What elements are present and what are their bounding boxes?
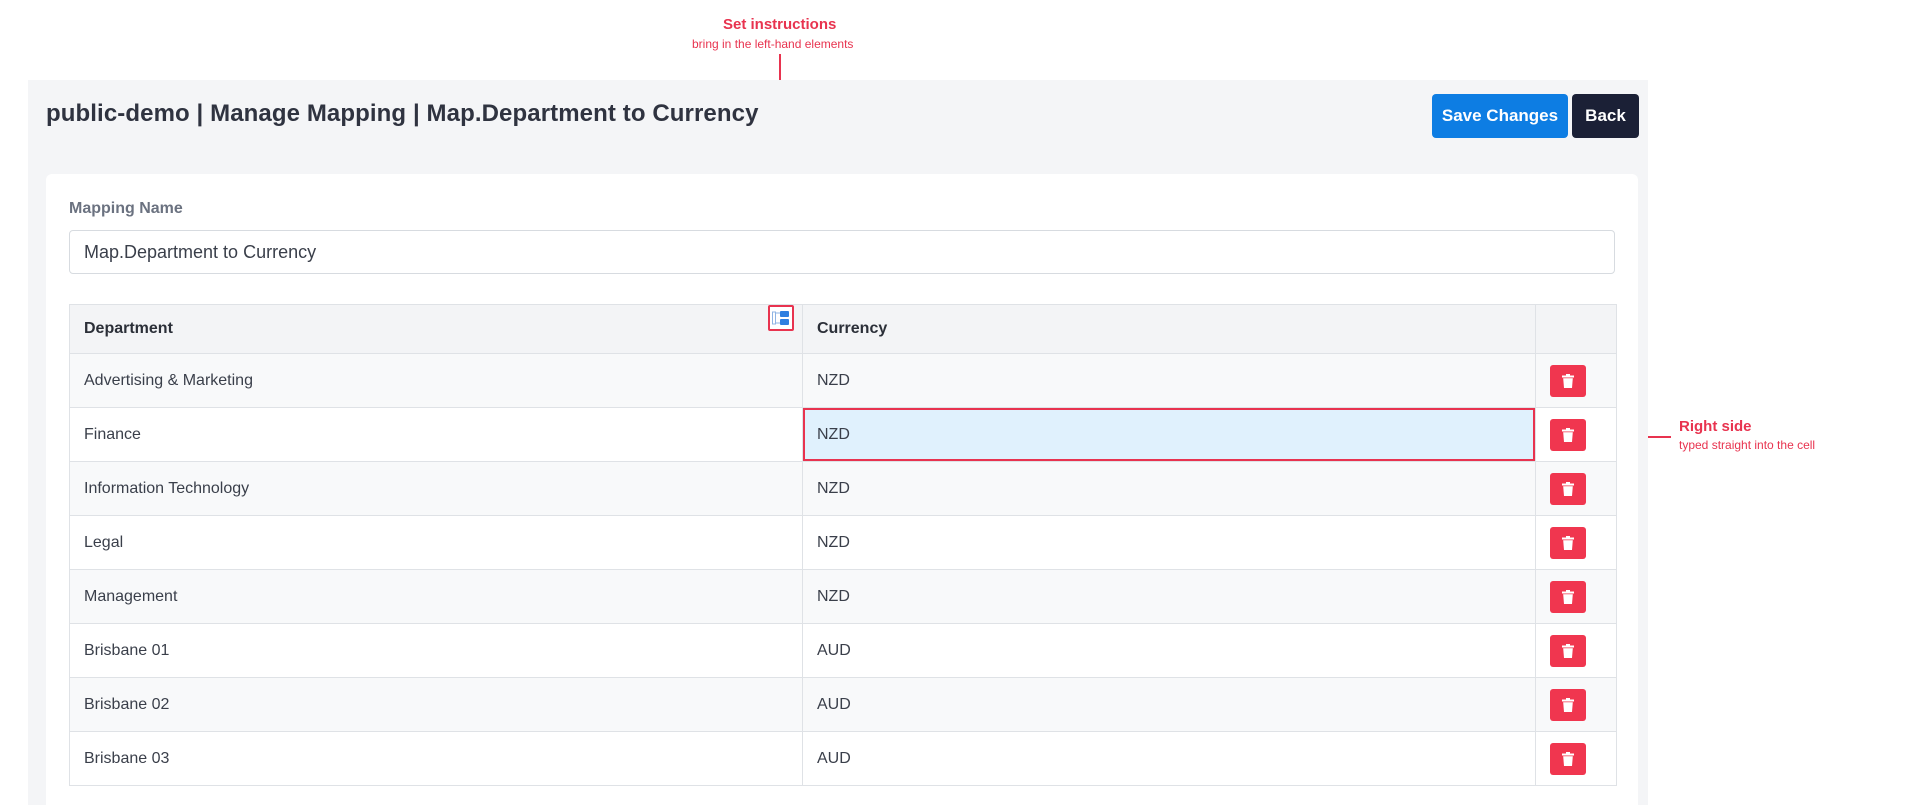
- delete-row-button[interactable]: [1550, 634, 1586, 667]
- row-actions-cell: [1535, 569, 1617, 624]
- delete-row-button[interactable]: [1550, 580, 1586, 613]
- row-actions-cell: [1535, 407, 1617, 462]
- mapping-table: Department Currency Advertising & Market…: [69, 304, 1617, 786]
- currency-cell-selected[interactable]: NZD: [802, 407, 1536, 462]
- row-actions-cell: [1535, 353, 1617, 408]
- delete-row-button[interactable]: [1550, 742, 1586, 775]
- currency-cell[interactable]: AUD: [802, 623, 1536, 678]
- map-left-elements-icon[interactable]: [768, 305, 794, 331]
- row-actions-cell: [1535, 731, 1617, 786]
- currency-cell[interactable]: NZD: [802, 569, 1536, 624]
- row-actions-cell: [1535, 461, 1617, 516]
- annotation-right-subtitle: typed straight into the cell: [1679, 438, 1816, 452]
- delete-row-button[interactable]: [1550, 526, 1586, 559]
- currency-cell[interactable]: NZD: [802, 515, 1536, 570]
- trash-icon: [1562, 427, 1574, 442]
- back-button[interactable]: Back: [1572, 94, 1639, 138]
- table-row: Legal NZD: [69, 515, 1617, 570]
- trash-icon: [1562, 751, 1574, 766]
- column-header-currency: Currency: [802, 304, 1536, 354]
- department-cell[interactable]: Brisbane 03: [69, 731, 803, 786]
- delete-row-button[interactable]: [1550, 472, 1586, 505]
- currency-cell[interactable]: NZD: [802, 353, 1536, 408]
- delete-row-button[interactable]: [1550, 364, 1586, 397]
- trash-icon: [1562, 481, 1574, 496]
- currency-cell[interactable]: NZD: [802, 461, 1536, 516]
- row-actions-cell: [1535, 677, 1617, 732]
- mapping-name-label: Mapping Name: [69, 200, 183, 217]
- currency-cell[interactable]: AUD: [802, 677, 1536, 732]
- department-cell[interactable]: Management: [69, 569, 803, 624]
- table-header-row: Department Currency: [69, 304, 1617, 354]
- currency-cell[interactable]: AUD: [802, 731, 1536, 786]
- page-title: public-demo | Manage Mapping | Map.Depar…: [46, 100, 759, 127]
- app-window: public-demo | Manage Mapping | Map.Depar…: [28, 80, 1648, 805]
- table-row: Advertising & Marketing NZD: [69, 353, 1617, 408]
- delete-row-button[interactable]: [1550, 418, 1586, 451]
- department-cell[interactable]: Information Technology: [69, 461, 803, 516]
- column-header-department-label: Department: [84, 320, 173, 337]
- trash-icon: [1562, 697, 1574, 712]
- mapping-card: Mapping Name Department: [46, 174, 1638, 805]
- row-actions-cell: [1535, 623, 1617, 678]
- table-row: Management NZD: [69, 569, 1617, 624]
- column-header-actions: [1535, 304, 1617, 354]
- trash-icon: [1562, 535, 1574, 550]
- department-cell[interactable]: Finance: [69, 407, 803, 462]
- save-changes-button[interactable]: Save Changes: [1432, 94, 1568, 138]
- mapping-name-input[interactable]: [69, 230, 1615, 274]
- department-cell[interactable]: Legal: [69, 515, 803, 570]
- department-cell[interactable]: Brisbane 01: [69, 623, 803, 678]
- table-row: Brisbane 01 AUD: [69, 623, 1617, 678]
- table-row: Finance NZD: [69, 407, 1617, 462]
- table-row: Information Technology NZD: [69, 461, 1617, 516]
- trash-icon: [1562, 589, 1574, 604]
- row-actions-cell: [1535, 515, 1617, 570]
- column-header-department: Department: [69, 304, 803, 354]
- delete-row-button[interactable]: [1550, 688, 1586, 721]
- department-cell[interactable]: Brisbane 02: [69, 677, 803, 732]
- trash-icon: [1562, 373, 1574, 388]
- table-row: Brisbane 02 AUD: [69, 677, 1617, 732]
- annotation-top-title: Set instructions: [723, 16, 837, 33]
- annotation-right-title: Right side: [1679, 418, 1752, 435]
- table-row: Brisbane 03 AUD: [69, 731, 1617, 786]
- trash-icon: [1562, 643, 1574, 658]
- annotation-top-subtitle: bring in the left-hand elements: [692, 37, 854, 51]
- department-cell[interactable]: Advertising & Marketing: [69, 353, 803, 408]
